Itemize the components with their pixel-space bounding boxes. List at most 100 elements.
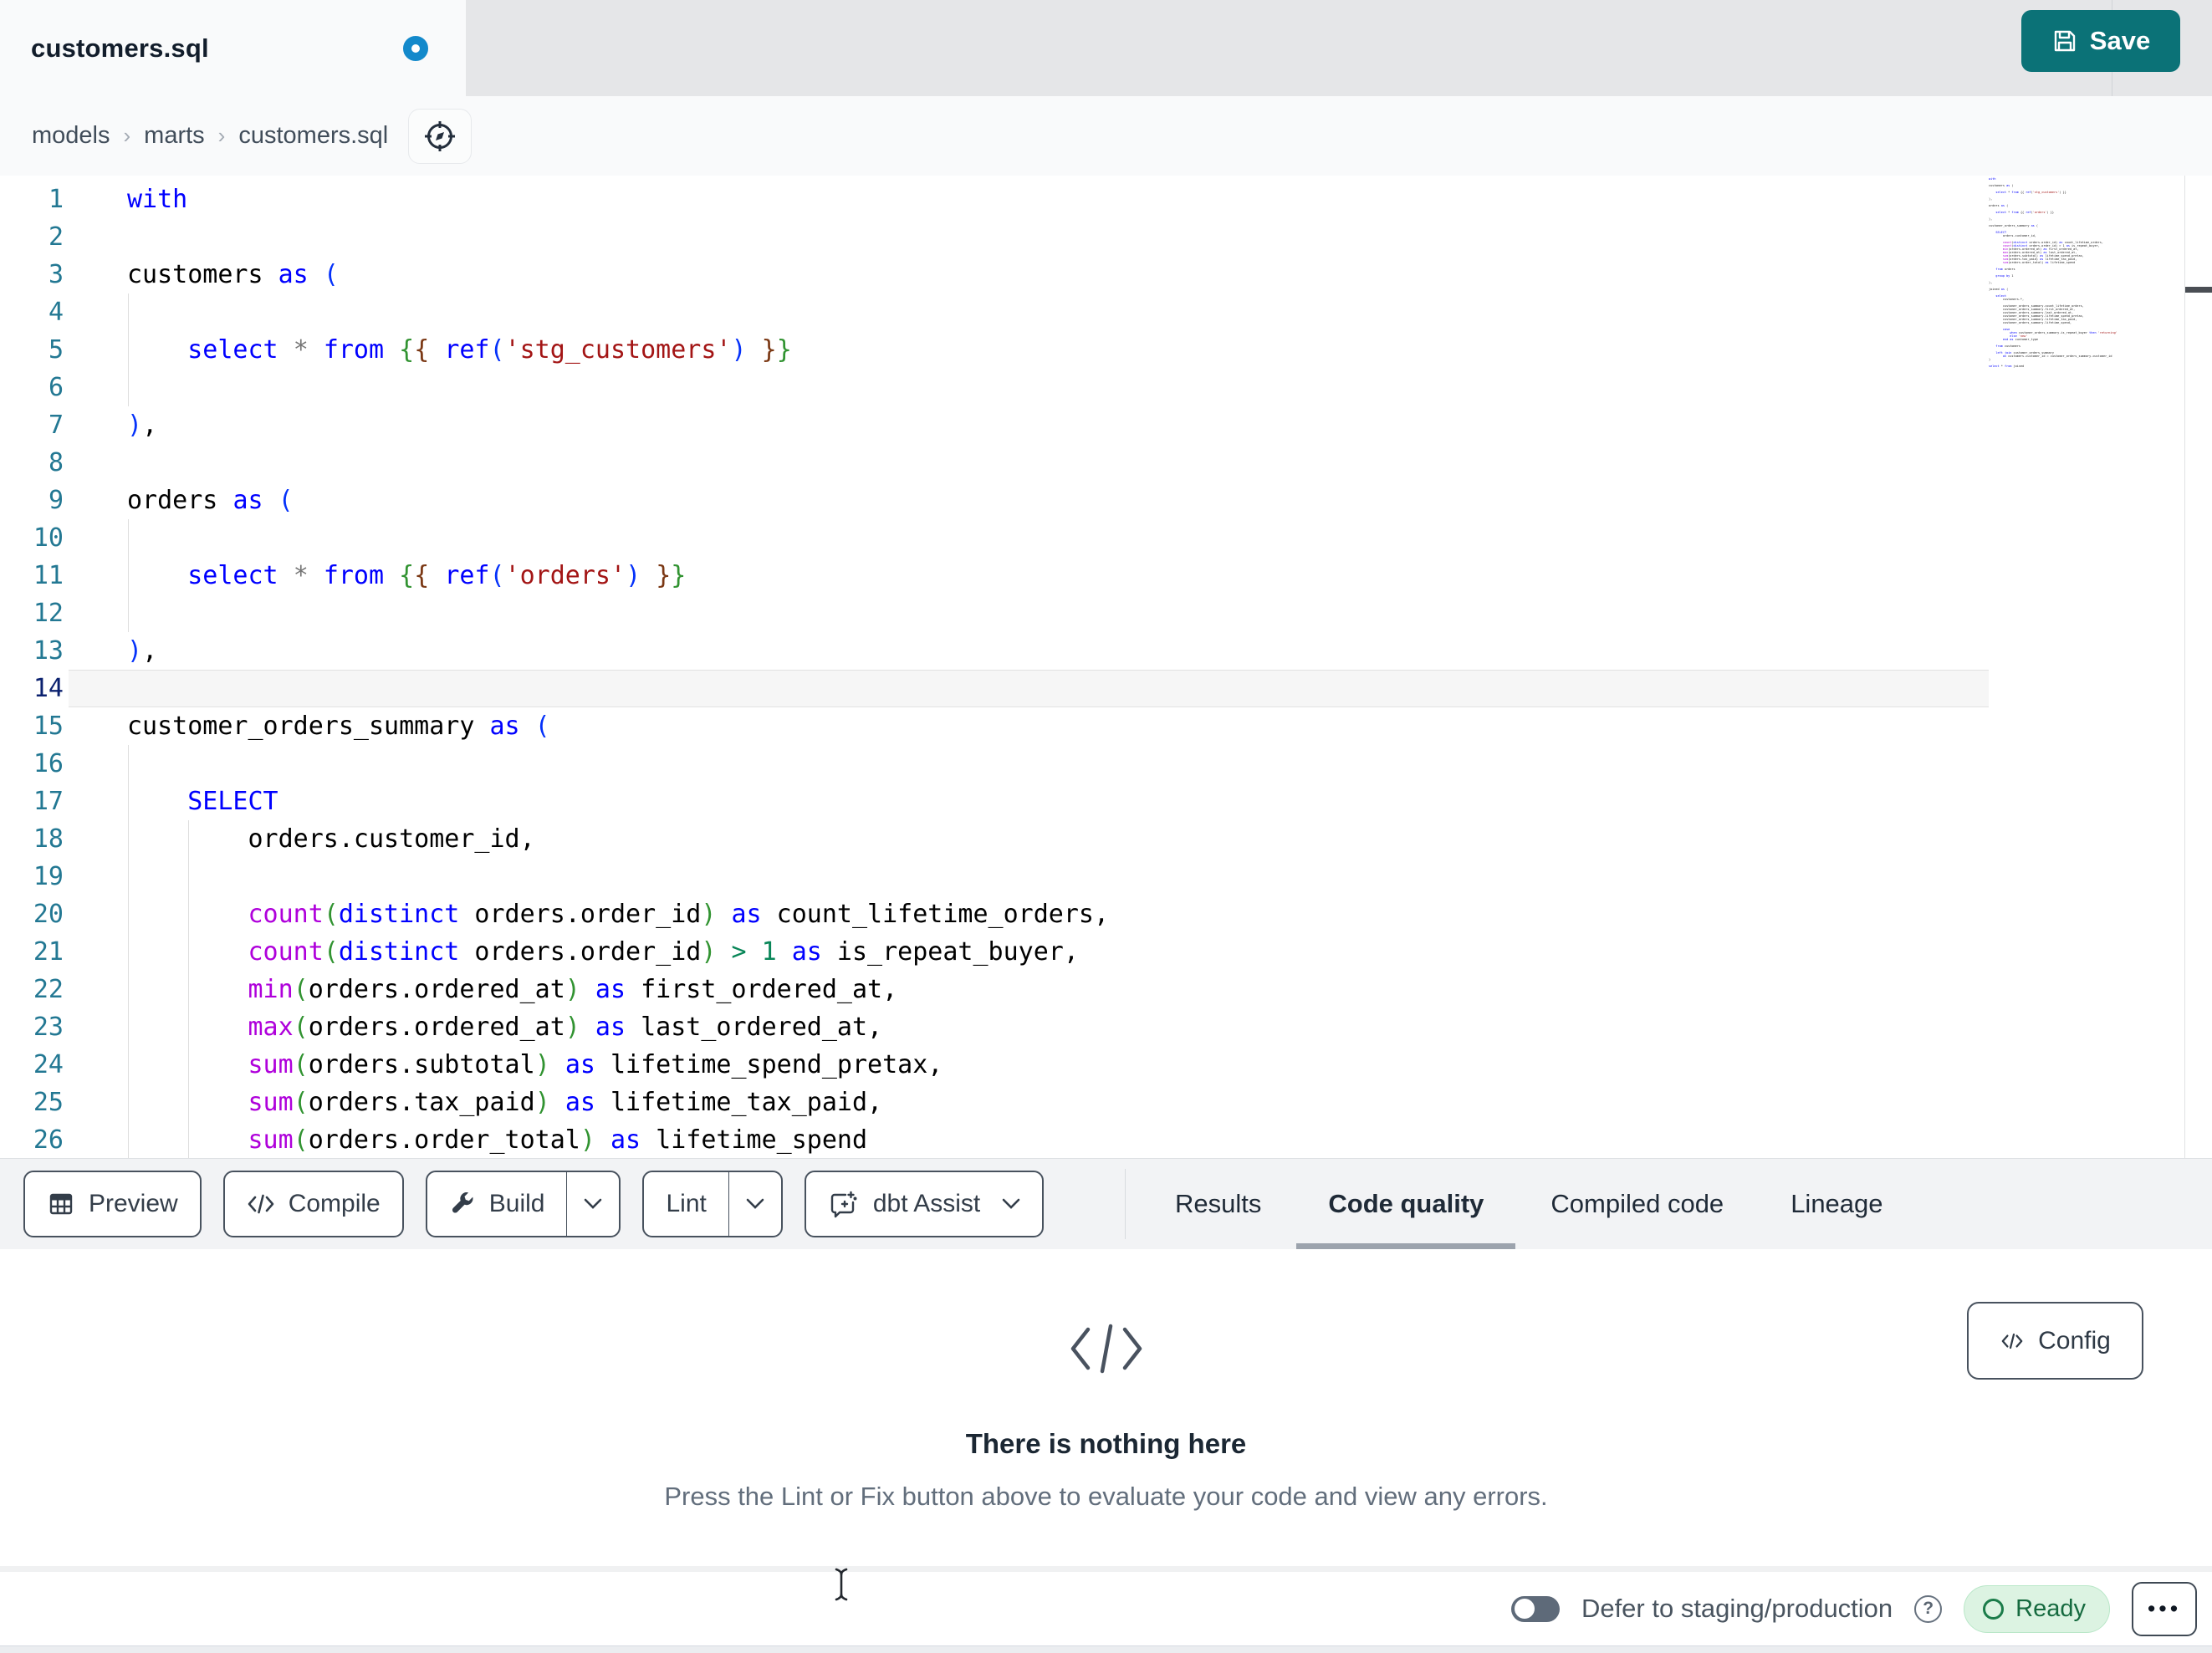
chevron-down-icon <box>585 1198 602 1209</box>
dbt-assist-button[interactable]: dbt Assist <box>804 1171 1045 1237</box>
line-number: 5 <box>48 335 64 365</box>
strip-divider <box>1125 1169 1126 1239</box>
build-dropdown-button[interactable] <box>567 1172 619 1236</box>
minimap-content: with customers as ( select * from {{ ref… <box>1989 177 2117 368</box>
line-number: 22 <box>33 975 64 1004</box>
toggle-knob <box>1514 1599 1535 1619</box>
line-number: 20 <box>33 900 64 929</box>
line-number: 6 <box>48 373 64 402</box>
tab-title: customers.sql <box>31 33 209 63</box>
chevron-down-icon <box>1002 1198 1020 1209</box>
code-line[interactable]: 20 count(distinct orders.order_id) as co… <box>0 895 1989 933</box>
editor-tab-bar: customers.sql + <box>0 0 2212 96</box>
tab-customers-sql[interactable]: customers.sql <box>0 0 466 96</box>
code-line[interactable]: 7), <box>0 406 1989 444</box>
code-line[interactable]: 8 <box>0 444 1989 482</box>
explore-lineage-button[interactable] <box>408 108 473 164</box>
line-number: 21 <box>33 937 64 967</box>
code-line[interactable]: 11 select * from {{ ref('orders') }} <box>0 557 1989 594</box>
code-line[interactable]: 9 orders as ( <box>0 482 1989 519</box>
code-line[interactable]: 6 <box>0 369 1989 406</box>
code-line[interactable]: 3 customers as ( <box>0 256 1989 293</box>
code-line[interactable]: 4 <box>0 293 1989 331</box>
wrench-icon <box>452 1192 473 1213</box>
code-line[interactable]: 21 count(distinct orders.order_id) > 1 a… <box>0 933 1989 971</box>
defer-toggle[interactable] <box>1510 1595 1560 1622</box>
code-line[interactable]: 10 <box>0 519 1989 557</box>
breadcrumb-file[interactable]: customers.sql <box>238 122 388 150</box>
status-bar: Defer to staging/production ? Ready ••• <box>0 1572 2212 1645</box>
minimap[interactable]: with customers as ( select * from {{ ref… <box>1989 177 2184 1156</box>
code-line[interactable]: 2 <box>0 218 1989 256</box>
line-number: 10 <box>33 523 64 553</box>
help-icon[interactable]: ? <box>1914 1594 1943 1623</box>
compass-icon <box>425 120 456 151</box>
editor-toolbar: Preview Compile Build Lint dbt Assist <box>23 1159 1045 1249</box>
code-line[interactable]: 1 with <box>0 181 1989 218</box>
code-editor[interactable]: 1 with 2 3 customers as ( 4 5 select * from {{… <box>0 176 2212 1158</box>
panel-separator <box>0 1566 2212 1572</box>
line-number: 2 <box>48 222 64 252</box>
code-line[interactable]: 16 <box>0 745 1989 783</box>
code-line[interactable]: 18 orders.customer_id, <box>0 820 1989 858</box>
empty-state-title: There is nothing here <box>965 1428 1247 1459</box>
tab-lineage[interactable]: Lineage <box>1791 1159 1882 1249</box>
code-line[interactable]: 26 sum(orders.order_total) as lifetime_s… <box>0 1121 1989 1158</box>
line-number: 11 <box>33 561 64 590</box>
empty-state: There is nothing here Press the Lint or … <box>0 1249 2212 1566</box>
defer-label: Defer to staging/production <box>1581 1594 1893 1623</box>
code-line[interactable]: 17 SELECT <box>0 783 1989 820</box>
empty-state-subtitle: Press the Lint or Fix button above to ev… <box>664 1482 1548 1511</box>
tab-results[interactable]: Results <box>1175 1159 1261 1249</box>
code-line[interactable]: 12 <box>0 594 1989 632</box>
line-number: 19 <box>33 862 64 891</box>
code-line[interactable]: 19 <box>0 858 1989 895</box>
code-quality-panel: Config There is nothing here Press the L… <box>0 1249 2212 1566</box>
unsaved-changes-dot-icon <box>403 35 428 61</box>
overview-ruler-marker <box>2185 287 2212 293</box>
table-icon <box>49 1193 73 1215</box>
lint-button[interactable]: Lint <box>642 1171 783 1237</box>
line-number: 13 <box>33 636 64 666</box>
breadcrumb-marts[interactable]: marts <box>144 122 205 150</box>
code-line[interactable]: 24 sum(orders.subtotal) as lifetime_spen… <box>0 1046 1989 1084</box>
ibeam-cursor-icon <box>835 1568 848 1601</box>
save-floppy-icon <box>2054 30 2075 52</box>
more-options-button[interactable]: ••• <box>2132 1581 2197 1636</box>
line-number: 16 <box>33 749 64 778</box>
save-button[interactable]: Save <box>2021 10 2180 72</box>
action-strip: Preview Compile Build Lint dbt Assist Re… <box>0 1158 2212 1249</box>
line-number: 25 <box>33 1088 64 1117</box>
code-slash-icon <box>1070 1324 1142 1374</box>
tab-compiled-code[interactable]: Compiled code <box>1550 1159 1724 1249</box>
code-line[interactable]: 22 min(orders.ordered_at) as first_order… <box>0 971 1989 1008</box>
code-line[interactable]: 13), <box>0 632 1989 670</box>
code-line[interactable]: 15 customer_orders_summary as ( <box>0 707 1989 745</box>
tab-code-quality[interactable]: Code quality <box>1296 1159 1516 1249</box>
line-number: 18 <box>33 824 64 854</box>
code-line[interactable]: 25 sum(orders.tax_paid) as lifetime_tax_… <box>0 1084 1989 1121</box>
code-line[interactable]: 5 select * from {{ ref('stg_customers') … <box>0 331 1989 369</box>
line-number: 1 <box>48 185 64 214</box>
breadcrumb-models[interactable]: models <box>32 122 110 150</box>
bottom-edge-strip <box>0 1645 2212 1653</box>
code-line[interactable]: 23 max(orders.ordered_at) as last_ordere… <box>0 1008 1989 1046</box>
code-icon <box>248 1194 274 1214</box>
code-line[interactable]: 14 <box>0 670 1989 707</box>
line-number: 15 <box>33 712 64 741</box>
line-number: 4 <box>48 298 64 327</box>
line-number: 12 <box>33 599 64 628</box>
line-number: 8 <box>48 448 64 477</box>
minimap-border <box>2184 176 2185 1158</box>
line-number: 17 <box>33 787 64 816</box>
preview-button[interactable]: Preview <box>23 1171 202 1237</box>
compile-button[interactable]: Compile <box>222 1171 404 1237</box>
assist-sparkle-chat-icon <box>830 1191 857 1218</box>
build-button[interactable]: Build <box>425 1171 621 1237</box>
code-lines: 1 with 2 3 customers as ( 4 5 select * from {{… <box>0 181 1989 1158</box>
panel-tabs: Results Code quality Compiled code Linea… <box>1175 1159 1883 1249</box>
line-number: 7 <box>48 411 64 440</box>
lint-dropdown-button[interactable] <box>729 1172 781 1236</box>
line-number: 3 <box>48 260 64 289</box>
line-number: 9 <box>48 486 64 515</box>
